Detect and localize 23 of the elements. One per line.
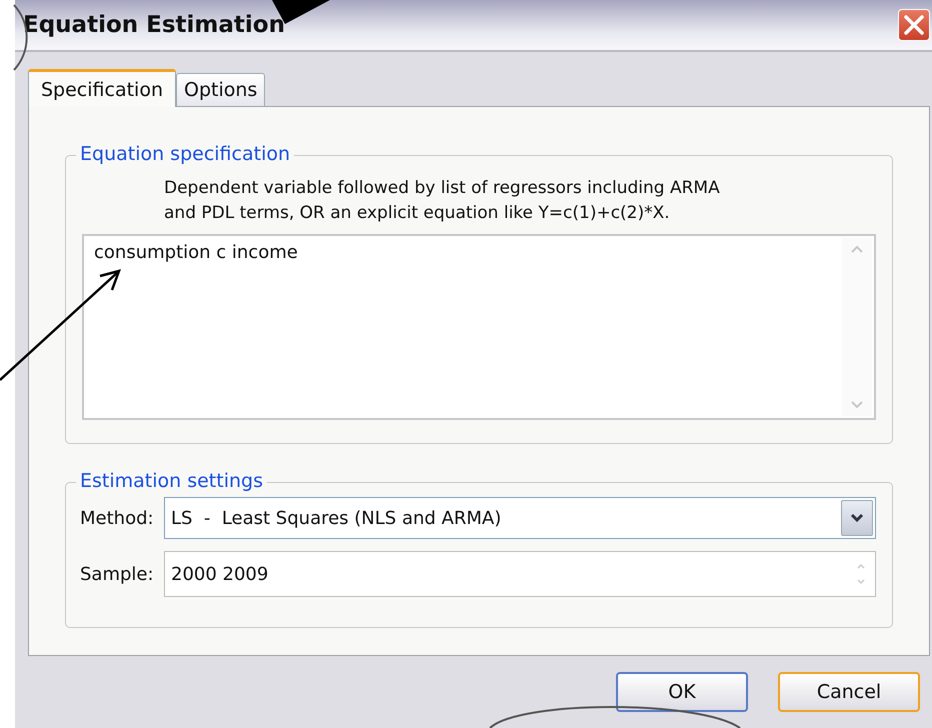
scroll-up-icon: [849, 244, 865, 254]
sample-value: 2000 2009: [171, 564, 268, 584]
sample-field[interactable]: 2000 2009: [164, 551, 876, 597]
group-legend: Equation specification: [76, 143, 294, 165]
close-icon: [903, 14, 925, 36]
dropdown-button[interactable]: [841, 500, 873, 536]
group-legend: Estimation settings: [76, 470, 267, 492]
chevron-down-icon: [849, 512, 865, 524]
close-button[interactable]: [898, 9, 930, 41]
equation-field[interactable]: consumption c income: [82, 234, 876, 420]
dialog-button[interactable]: OK: [616, 672, 748, 712]
dialog-button[interactable]: Cancel: [778, 672, 920, 712]
hint-text: Dependent variable followed by list of regressors including ARMA: [164, 177, 721, 200]
scroll-down-icon: [849, 400, 865, 410]
hint-text: and PDL terms, OR an explicit equation like Y=c(1)+c(2)*X.: [164, 202, 671, 225]
tab[interactable]: Options: [176, 73, 266, 106]
sample-label: Sample:: [80, 564, 155, 584]
method-label: Method:: [80, 508, 155, 528]
window-title: Equation Estimation: [23, 12, 285, 38]
method-dropdown[interactable]: LS - Least Squares (NLS and ARMA): [164, 497, 876, 539]
scrollbar[interactable]: [842, 238, 872, 416]
method-value: LS - Least Squares (NLS and ARMA): [171, 508, 502, 528]
tab[interactable]: Specification: [28, 69, 176, 107]
